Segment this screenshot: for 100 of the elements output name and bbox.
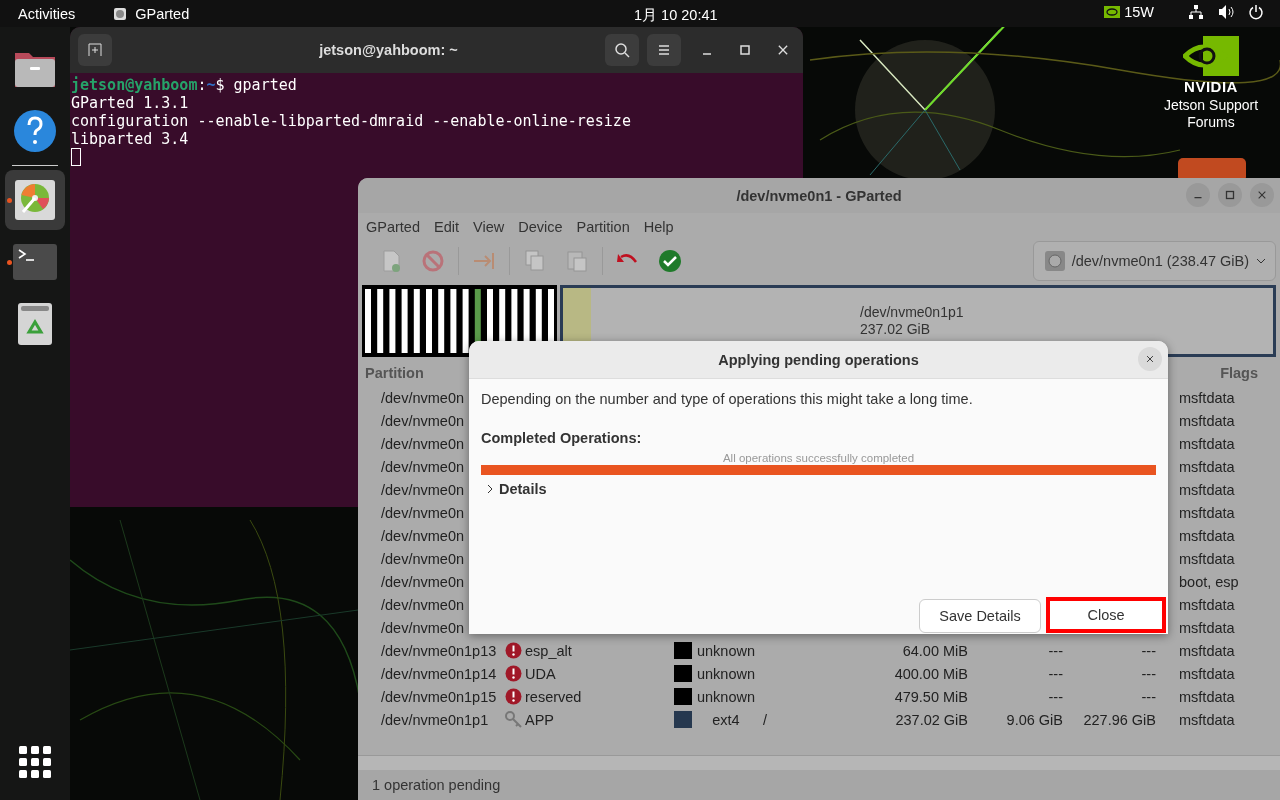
table-cell: /dev/nvme0n: [381, 481, 465, 498]
menu-item[interactable]: Device: [512, 218, 569, 235]
warning-icon: [505, 642, 522, 659]
table-cell: 9.06 GiB: [1006, 711, 1063, 728]
table-cell: ---: [1048, 642, 1063, 659]
table-cell: /dev/nvme0n: [381, 550, 465, 567]
table-cell: msftdata: [1179, 389, 1235, 406]
menu-item[interactable]: Help: [637, 218, 680, 235]
table-cell: msftdata: [1179, 481, 1235, 498]
column-header[interactable]: Partition: [365, 364, 424, 381]
disk-icon: [113, 6, 128, 21]
table-cell: msftdata: [1179, 596, 1235, 613]
power-icon[interactable]: [1248, 4, 1264, 20]
table-cell: UDA: [525, 665, 556, 682]
table-cell: /dev/nvme0n: [381, 504, 465, 521]
table-cell: /dev/nvme0n1p14: [381, 665, 497, 682]
table-cell: 479.50 MiB: [894, 688, 968, 705]
warning-icon: [505, 665, 522, 682]
menu-item[interactable]: GParted: [360, 218, 426, 235]
text-cursor: [71, 148, 81, 166]
table-cell: msftdata: [1179, 527, 1235, 544]
terminal-line: libparted 3.4: [71, 130, 190, 148]
menu-item[interactable]: Partition: [570, 218, 636, 235]
close-button[interactable]: Close: [1046, 597, 1166, 633]
terminal-line: configuration --enable-libparted-dmraid --enable-online-resize: [71, 112, 632, 130]
table-cell: /dev/nvme0n1p1: [381, 711, 489, 728]
table-cell: msftdata: [1179, 665, 1235, 682]
power-mode[interactable]: 15W: [1124, 4, 1154, 20]
table-cell: unknown: [696, 642, 755, 659]
eye-logo-icon[interactable]: [1104, 6, 1121, 18]
table-cell: boot, esp: [1179, 573, 1239, 590]
shortcut-label[interactable]: Jetson Support Forums: [1156, 97, 1266, 131]
table-cell: /dev/nvme0n1p15: [381, 688, 497, 705]
maximize-button[interactable]: [1218, 183, 1242, 207]
network-icon[interactable]: [1188, 4, 1204, 20]
table-cell: msftdata: [1179, 458, 1235, 475]
table-cell: /dev/nvme0n: [381, 435, 465, 452]
table-cell: /dev/nvme0n: [381, 412, 465, 429]
search-icon[interactable]: [614, 42, 630, 58]
window-title: jetson@yahboom: ~: [318, 42, 459, 58]
dialog-message: Depending on the number and type of operations this might take a long time.: [481, 391, 974, 407]
table-cell: /dev/nvme0n: [381, 389, 465, 406]
partition-label: /dev/nvme0n1p1: [860, 304, 964, 321]
new-tab-icon[interactable]: [87, 42, 103, 58]
menu-item[interactable]: Edit: [428, 218, 465, 235]
help-icon[interactable]: [13, 109, 57, 153]
table-cell: unknown: [696, 665, 755, 682]
new-tab-button[interactable]: [78, 34, 112, 66]
table-cell: /dev/nvme0n: [381, 619, 465, 636]
device-selector[interactable]: /dev/nvme0n1 (238.47 GiB): [1032, 241, 1276, 281]
table-cell: msftdata: [1179, 642, 1235, 659]
window-title: /dev/nvme0n1 - GParted: [736, 187, 902, 204]
table-cell: msftdata: [1179, 435, 1235, 452]
maximize-icon[interactable]: [1223, 188, 1237, 202]
table-cell: ---: [1048, 688, 1063, 705]
table-cell: ---: [1141, 665, 1156, 682]
table-cell: msftdata: [1179, 688, 1235, 705]
dock-item-highlight[interactable]: [5, 170, 65, 230]
column-header[interactable]: Flags: [1220, 364, 1258, 381]
terminal-line: GParted 1.3.1: [71, 94, 190, 112]
app-grid-icon[interactable]: [19, 746, 51, 778]
table-cell: /dev/nvme0n: [381, 596, 465, 613]
table-cell: APP: [525, 711, 554, 728]
warning-icon: [505, 688, 522, 705]
partition-size: 237.02 GiB: [860, 321, 932, 338]
save-details-button[interactable]: Save Details: [919, 599, 1041, 633]
chevron-right-icon[interactable]: [485, 484, 495, 494]
menu-item[interactable]: View: [467, 218, 511, 235]
details-expander[interactable]: Details: [481, 481, 547, 497]
eye-logo-icon[interactable]: [1183, 36, 1239, 76]
clock[interactable]: 1月 10 20:41: [634, 6, 718, 25]
search-button[interactable]: [605, 34, 639, 66]
table-cell: /dev/nvme0n1p13: [381, 642, 497, 659]
status-text: 1 operation pending: [372, 777, 501, 793]
table-cell: msftdata: [1179, 550, 1235, 567]
table-cell: 400.00 MiB: [894, 665, 968, 682]
activities-button[interactable]: Activities: [18, 5, 76, 22]
table-cell: 227.96 GiB: [1083, 711, 1156, 728]
table-cell: /dev/nvme0n: [381, 527, 465, 544]
table-cell: ---: [1141, 642, 1156, 659]
menu-icon[interactable]: [656, 42, 672, 58]
volume-icon[interactable]: [1218, 4, 1234, 20]
app-menu[interactable]: GParted: [135, 5, 190, 22]
table-cell: ---: [1048, 665, 1063, 682]
table-cell: esp_alt: [525, 642, 572, 659]
key-icon: [505, 711, 523, 728]
disk-gauge-icon[interactable]: [13, 178, 57, 222]
table-cell: msftdata: [1179, 711, 1235, 728]
table-cell: 64.00 MiB: [902, 642, 968, 659]
table-cell: ext4: [712, 711, 740, 728]
menu-button[interactable]: [647, 34, 681, 66]
table-cell: unknown: [696, 688, 755, 705]
table-cell: msftdata: [1179, 619, 1235, 636]
brand-name[interactable]: NVIDIA: [1184, 78, 1238, 95]
table-cell: 237.02 GiB: [895, 711, 968, 728]
table-cell: msftdata: [1179, 412, 1235, 429]
table-cell: /dev/nvme0n: [381, 458, 465, 475]
table-cell: /dev/nvme0n: [381, 573, 465, 590]
table-cell: reserved: [525, 688, 582, 705]
section-heading: Completed Operations:: [481, 430, 643, 446]
